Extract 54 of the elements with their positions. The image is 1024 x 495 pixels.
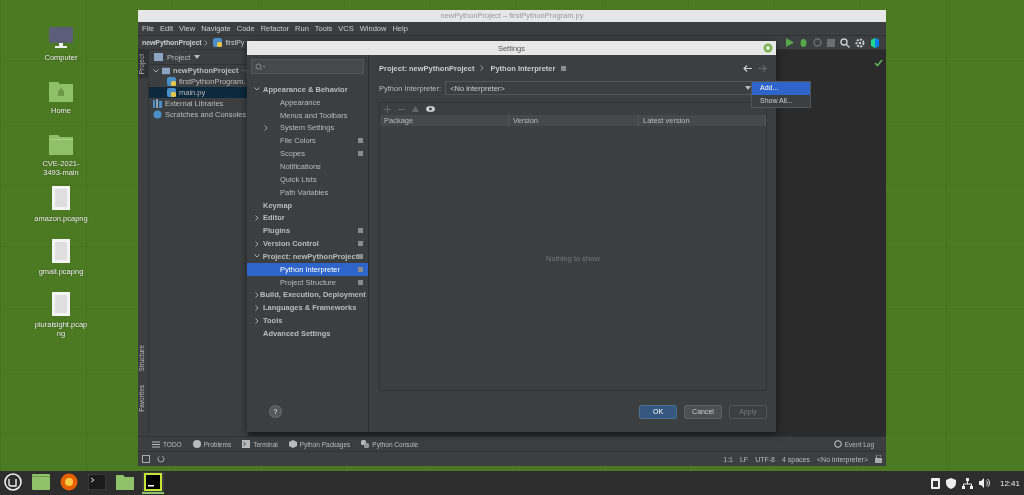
caret-icon[interactable] bbox=[194, 55, 201, 59]
chevron-icon[interactable] bbox=[254, 317, 260, 324]
check-icon bbox=[874, 59, 883, 67]
home-folder-icon[interactable] bbox=[49, 80, 73, 102]
python-icon bbox=[361, 440, 370, 448]
volume-icon[interactable] bbox=[978, 478, 990, 488]
panel-toggle-icon[interactable] bbox=[142, 455, 150, 463]
pycharm-icon bbox=[144, 473, 162, 491]
taskbar-button[interactable] bbox=[2, 472, 24, 494]
python-file-icon bbox=[213, 38, 223, 47]
scratch-icon bbox=[153, 110, 162, 119]
python-file-icon bbox=[167, 77, 176, 86]
lock-icon[interactable] bbox=[875, 455, 882, 463]
speech-bubble-icon bbox=[833, 440, 842, 448]
terminal-icon bbox=[88, 474, 106, 490]
debug-icon[interactable] bbox=[799, 38, 808, 47]
terminal-icon bbox=[242, 440, 251, 448]
shield-icon[interactable] bbox=[945, 477, 956, 489]
library-icon bbox=[153, 99, 162, 108]
chevron-icon[interactable] bbox=[153, 67, 159, 74]
breadcrumb-separator-icon bbox=[480, 65, 485, 71]
menu-logo-icon bbox=[4, 473, 22, 491]
project-scope-icon bbox=[561, 65, 567, 71]
chevron-icon[interactable] bbox=[263, 124, 269, 131]
folder-icon bbox=[116, 474, 134, 490]
chevron-icon[interactable] bbox=[254, 253, 260, 260]
clipboard-icon[interactable] bbox=[930, 477, 940, 489]
eye-icon[interactable] bbox=[426, 106, 435, 112]
search-icon bbox=[255, 62, 265, 71]
chevron-icon[interactable] bbox=[254, 240, 260, 247]
settings-icon[interactable] bbox=[855, 37, 865, 48]
python-file-icon bbox=[167, 88, 176, 97]
folder-icon[interactable] bbox=[49, 133, 73, 155]
folder-icon bbox=[32, 474, 50, 490]
taskbar-button[interactable] bbox=[142, 472, 164, 494]
monitor-icon[interactable] bbox=[49, 27, 73, 49]
chevron-icon[interactable] bbox=[254, 291, 260, 298]
chevron-icon[interactable] bbox=[254, 86, 260, 93]
search-field[interactable] bbox=[251, 59, 364, 74]
breadcrumb-separator-icon bbox=[204, 39, 209, 46]
chevron-icon[interactable] bbox=[254, 304, 260, 311]
search-icon[interactable] bbox=[840, 37, 850, 48]
run-icon[interactable] bbox=[785, 38, 794, 47]
browser-icon bbox=[60, 473, 78, 491]
list-icon bbox=[152, 440, 160, 448]
toolbox-icon[interactable] bbox=[870, 37, 880, 48]
clock[interactable]: 12:41 bbox=[999, 478, 1020, 488]
spinner-icon bbox=[157, 455, 165, 463]
chevron-icon[interactable] bbox=[254, 214, 260, 221]
caret-icon bbox=[745, 86, 752, 90]
cube-icon bbox=[288, 440, 297, 448]
back-icon[interactable] bbox=[743, 64, 752, 72]
network-icon[interactable] bbox=[961, 477, 973, 489]
info-icon bbox=[192, 440, 201, 448]
